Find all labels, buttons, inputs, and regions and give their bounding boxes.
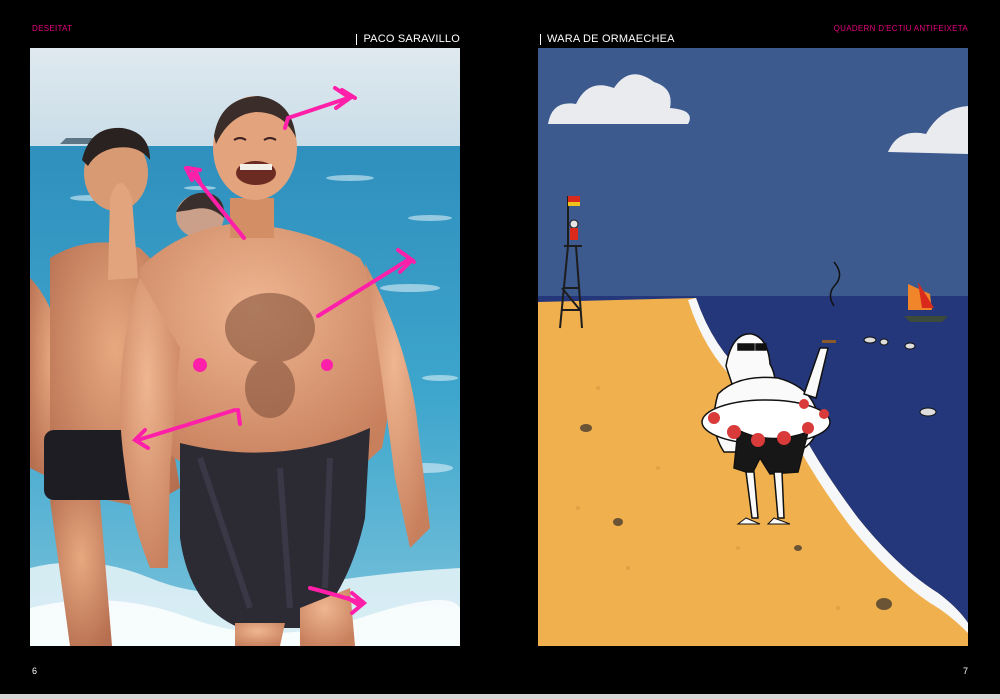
- page-number: 6: [32, 666, 38, 676]
- photo-illustration: [30, 48, 460, 646]
- section-tag: QUADERN D'ECTIU ANTIFEIXETA: [833, 24, 968, 33]
- section-tag: DESEITAT: [32, 24, 73, 33]
- artist-credit: WARA DE ORMAECHEA: [540, 34, 675, 45]
- artist-credit: PACO SARAVILLO: [356, 34, 460, 45]
- viewer-bottom-edge: [0, 694, 1000, 699]
- illustration: [538, 48, 968, 646]
- page-number: 7: [962, 666, 968, 676]
- magazine-spread: DESEITAT PACO SARAVILLO 6 QUADERN D'ECTI…: [0, 0, 1000, 699]
- right-page: QUADERN D'ECTIU ANTIFEIXETA WARA DE ORMA…: [500, 0, 1000, 699]
- beach-illustration: [538, 48, 968, 646]
- left-page: DESEITAT PACO SARAVILLO 6: [0, 0, 500, 699]
- beach-photo-collage: [30, 48, 460, 646]
